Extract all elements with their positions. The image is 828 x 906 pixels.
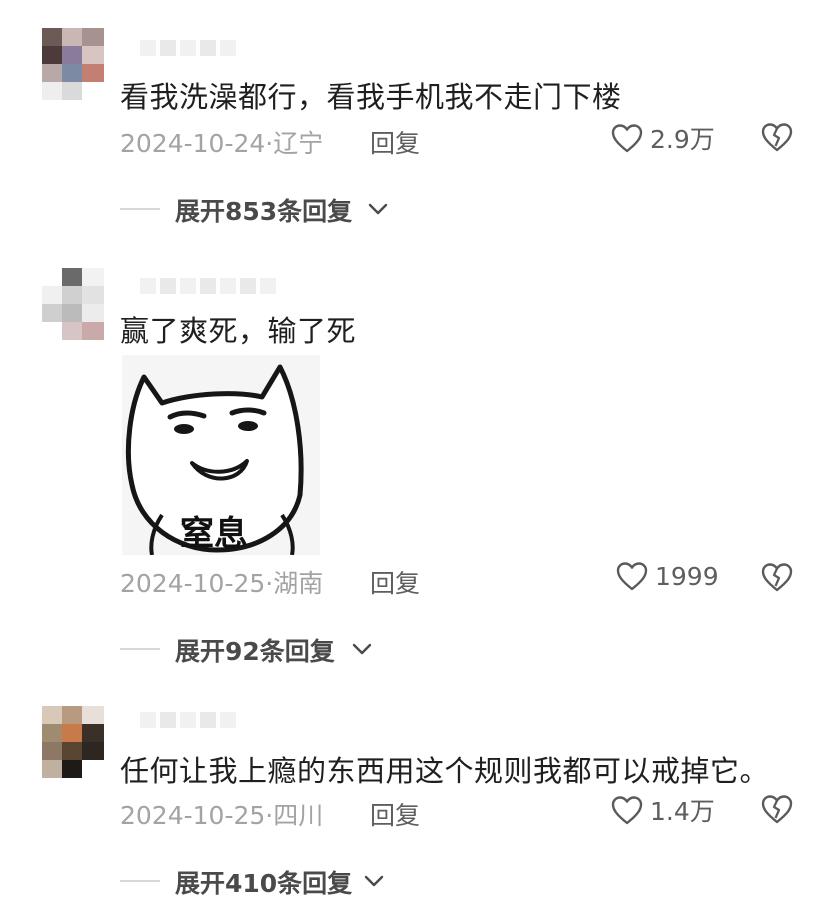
comment-meta: 2024-10-24·辽宁 回复 2.9万 [0, 120, 828, 160]
chevron-down-icon[interactable] [364, 874, 384, 888]
broken-heart-icon[interactable] [760, 560, 794, 594]
chevron-down-icon[interactable] [368, 202, 388, 216]
expand-replies[interactable]: 展开92条回复 [0, 632, 828, 666]
like-count: 1999 [655, 561, 719, 591]
avatar[interactable] [42, 706, 104, 778]
reply-button[interactable]: 回复 [370, 796, 420, 832]
like-button[interactable]: 1.4万 [610, 792, 715, 828]
username-blurred[interactable] [140, 712, 236, 728]
username-blurred[interactable] [140, 40, 236, 56]
expand-replies-label[interactable]: 展开410条回复 [175, 864, 352, 900]
broken-heart-icon[interactable] [760, 120, 794, 154]
heart-outline-icon [611, 796, 643, 825]
divider [120, 648, 160, 650]
comment-item: 看我洗澡都行，看我手机我不走门下楼 2024-10-24·辽宁 回复 2.9万 … [0, 0, 828, 240]
comment-text: 赢了爽死，输了死 [120, 314, 357, 348]
like-button[interactable]: 2.9万 [610, 120, 715, 156]
comment-date-location: 2024-10-24·辽宁 [120, 129, 324, 158]
sticker-caption: 窒息 [180, 514, 248, 554]
expand-replies-label[interactable]: 展开853条回复 [175, 192, 352, 228]
comment-date-location: 2024-10-25·湖南 [120, 569, 324, 598]
sticker-image[interactable]: 窒息 [122, 355, 320, 555]
like-count: 1.4万 [650, 797, 715, 826]
divider [120, 880, 160, 882]
broken-heart-icon[interactable] [760, 792, 794, 826]
like-count: 2.9万 [650, 125, 715, 154]
reply-button[interactable]: 回复 [370, 124, 420, 160]
comment-text: 任何让我上瘾的东西用这个规则我都可以戒掉它。 [120, 754, 770, 788]
comment-meta: 2024-10-25·四川 回复 1.4万 [0, 792, 828, 832]
comment-meta: 2024-10-25·湖南 回复 1999 [0, 560, 828, 600]
expand-replies[interactable]: 展开853条回复 [0, 192, 828, 226]
avatar[interactable] [42, 268, 104, 340]
username-blurred[interactable] [140, 278, 276, 294]
divider [120, 208, 160, 210]
like-button[interactable]: 1999 [615, 560, 719, 592]
chevron-down-icon[interactable] [352, 642, 372, 656]
reply-button[interactable]: 回复 [370, 564, 420, 600]
expand-replies-label[interactable]: 展开92条回复 [175, 632, 335, 668]
expand-replies[interactable]: 展开410条回复 [0, 864, 828, 898]
comment-text: 看我洗澡都行，看我手机我不走门下楼 [120, 80, 622, 114]
avatar[interactable] [42, 28, 104, 100]
comment-date-location: 2024-10-25·四川 [120, 801, 324, 830]
heart-outline-icon [616, 562, 648, 591]
heart-outline-icon [611, 124, 643, 153]
